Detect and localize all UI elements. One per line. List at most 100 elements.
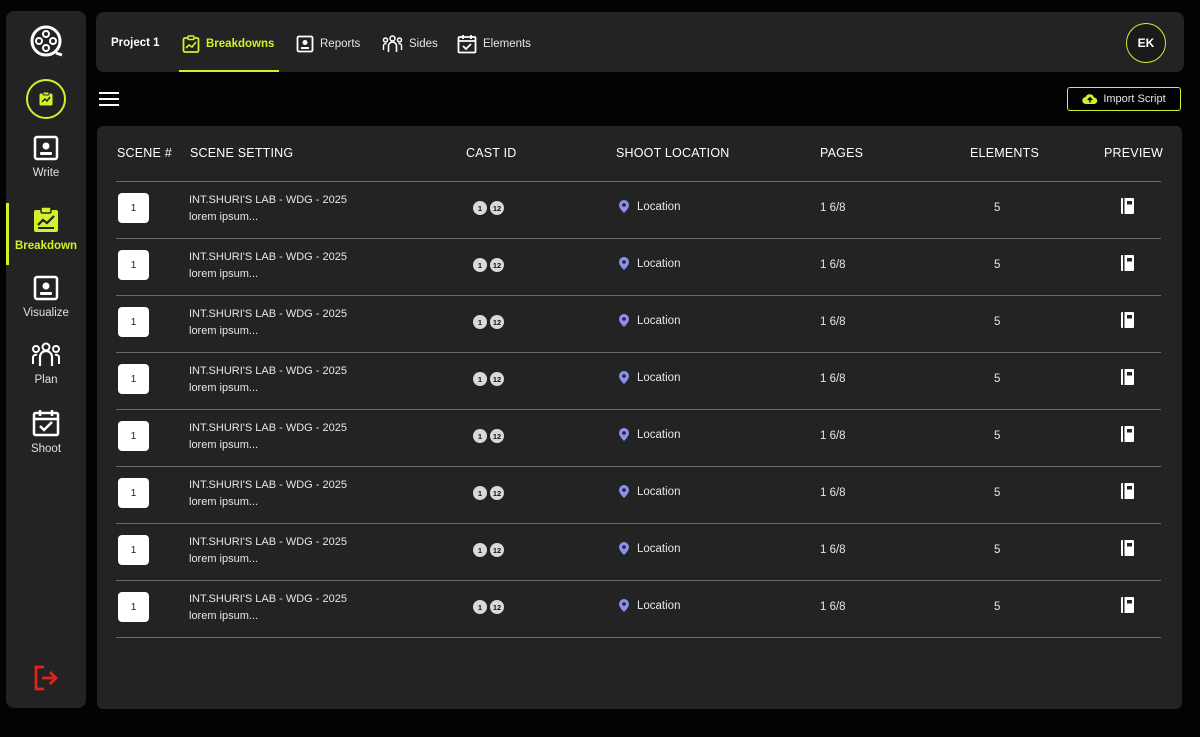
column-header-cast[interactable]: CAST ID (466, 146, 517, 160)
table-row[interactable]: 1 INT.SHURI'S LAB - WDG - 2025 lorem ips… (97, 581, 1182, 638)
shoot-location[interactable]: Location (619, 371, 680, 384)
cast-id-badge[interactable]: 12 (490, 372, 504, 386)
column-header-preview[interactable]: PREVIEW (1104, 146, 1163, 160)
cast-id-badge[interactable]: 1 (473, 429, 487, 443)
cast-id-badge[interactable]: 12 (490, 486, 504, 500)
table-row[interactable]: 1 INT.SHURI'S LAB - WDG - 2025 lorem ips… (97, 239, 1182, 296)
map-pin-icon (619, 257, 629, 270)
shoot-location[interactable]: Location (619, 599, 680, 612)
sidebar-item-label: Breakdown (15, 240, 77, 252)
sidebar-item-breakdown[interactable]: Breakdown (6, 206, 86, 252)
logout-icon[interactable] (32, 664, 60, 692)
scene-description: lorem ipsum... (189, 439, 259, 451)
page-count: 1 6/8 (820, 202, 846, 214)
cast-id-badge[interactable]: 12 (490, 543, 504, 557)
shoot-location[interactable]: Location (619, 200, 680, 213)
scene-number-input[interactable]: 1 (118, 307, 149, 337)
sidebar-item-plan[interactable]: Plan (6, 342, 86, 386)
table-row[interactable]: 1 INT.SHURI'S LAB - WDG - 2025 lorem ips… (97, 296, 1182, 353)
calendar-check-icon (457, 35, 477, 54)
column-header-elements[interactable]: ELEMENTS (970, 146, 1039, 160)
preview-book-icon[interactable] (1121, 369, 1135, 385)
element-count: 5 (994, 202, 1001, 214)
sidebar-item-shoot[interactable]: Shoot (6, 409, 86, 455)
user-avatar[interactable]: EK (1126, 23, 1166, 63)
cast-id-badge[interactable]: 12 (490, 315, 504, 329)
shoot-location[interactable]: Location (619, 257, 680, 270)
shoot-location[interactable]: Location (619, 314, 680, 327)
cast-id-badge[interactable]: 1 (473, 600, 487, 614)
scene-number-input[interactable]: 1 (118, 478, 149, 508)
user-square-icon (33, 135, 59, 161)
active-tab-indicator (179, 70, 279, 72)
user-square-icon (33, 275, 59, 301)
scene-number-input[interactable]: 1 (118, 364, 149, 394)
shoot-location[interactable]: Location (619, 542, 680, 555)
tab-label: Elements (483, 38, 531, 50)
location-label: Location (637, 200, 681, 213)
column-header-location[interactable]: SHOOT LOCATION (616, 146, 729, 160)
tab-reports[interactable]: Reports (296, 33, 360, 55)
tab-label: Reports (320, 38, 361, 50)
cast-id-badge[interactable]: 12 (490, 258, 504, 272)
table-row[interactable]: 1 INT.SHURI'S LAB - WDG - 2025 lorem ips… (97, 353, 1182, 410)
cast-id-badge[interactable]: 1 (473, 372, 487, 386)
user-square-icon (296, 35, 314, 53)
cast-id-badge[interactable]: 12 (490, 600, 504, 614)
scene-number-input[interactable]: 1 (118, 250, 149, 280)
cast-id-list: 1 12 (473, 486, 504, 500)
project-name[interactable]: Project 1 (111, 37, 160, 49)
scene-number-input[interactable]: 1 (118, 535, 149, 565)
sidebar-item-visualize[interactable]: Visualize (6, 275, 86, 319)
cast-id-badge[interactable]: 1 (473, 315, 487, 329)
table-row[interactable]: 1 INT.SHURI'S LAB - WDG - 2025 lorem ips… (97, 524, 1182, 581)
location-label: Location (637, 257, 681, 270)
film-reel-logo-icon[interactable] (28, 23, 64, 59)
cast-id-badge[interactable]: 1 (473, 543, 487, 557)
map-pin-icon (619, 428, 629, 441)
tab-sides[interactable]: Sides (382, 33, 438, 55)
element-count: 5 (994, 373, 1001, 385)
page-count: 1 6/8 (820, 316, 846, 328)
preview-book-icon[interactable] (1121, 540, 1135, 556)
import-script-button[interactable]: Import Script (1067, 87, 1181, 111)
cast-id-badge[interactable]: 1 (473, 201, 487, 215)
table-row[interactable]: 1 INT.SHURI'S LAB - WDG - 2025 lorem ips… (97, 467, 1182, 524)
element-count: 5 (994, 601, 1001, 613)
map-pin-icon (619, 314, 629, 327)
preview-book-icon[interactable] (1121, 312, 1135, 328)
cast-id-badge[interactable]: 1 (473, 258, 487, 272)
scene-description: lorem ipsum... (189, 211, 259, 223)
page-count: 1 6/8 (820, 487, 846, 499)
scene-number-input[interactable]: 1 (118, 592, 149, 622)
column-header-scene[interactable]: SCENE # (117, 146, 172, 160)
preview-book-icon[interactable] (1121, 483, 1135, 499)
tab-breakdowns[interactable]: Breakdowns (182, 33, 274, 55)
scene-number-input[interactable]: 1 (118, 421, 149, 451)
location-label: Location (637, 542, 681, 555)
preview-book-icon[interactable] (1121, 198, 1135, 214)
table-row[interactable]: 1 INT.SHURI'S LAB - WDG - 2025 lorem ips… (97, 182, 1182, 239)
column-header-setting[interactable]: SCENE SETTING (190, 146, 293, 160)
shoot-location[interactable]: Location (619, 428, 680, 441)
cast-id-badge[interactable]: 12 (490, 429, 504, 443)
hamburger-menu-icon[interactable] (99, 90, 119, 108)
scene-description: lorem ipsum... (189, 382, 259, 394)
column-header-pages[interactable]: PAGES (820, 146, 863, 160)
preview-book-icon[interactable] (1121, 426, 1135, 442)
breakdown-shortcut-button[interactable] (26, 79, 66, 119)
tab-elements[interactable]: Elements (457, 33, 531, 55)
cast-id-list: 1 12 (473, 258, 504, 272)
element-count: 5 (994, 544, 1001, 556)
preview-book-icon[interactable] (1121, 597, 1135, 613)
cast-id-badge[interactable]: 1 (473, 486, 487, 500)
shoot-location[interactable]: Location (619, 485, 680, 498)
map-pin-icon (619, 200, 629, 213)
scene-number-input[interactable]: 1 (118, 193, 149, 223)
cast-id-badge[interactable]: 12 (490, 201, 504, 215)
sidebar-item-write[interactable]: Write (6, 135, 86, 179)
element-count: 5 (994, 487, 1001, 499)
table-row[interactable]: 1 INT.SHURI'S LAB - WDG - 2025 lorem ips… (97, 410, 1182, 467)
page-count: 1 6/8 (820, 259, 846, 271)
preview-book-icon[interactable] (1121, 255, 1135, 271)
